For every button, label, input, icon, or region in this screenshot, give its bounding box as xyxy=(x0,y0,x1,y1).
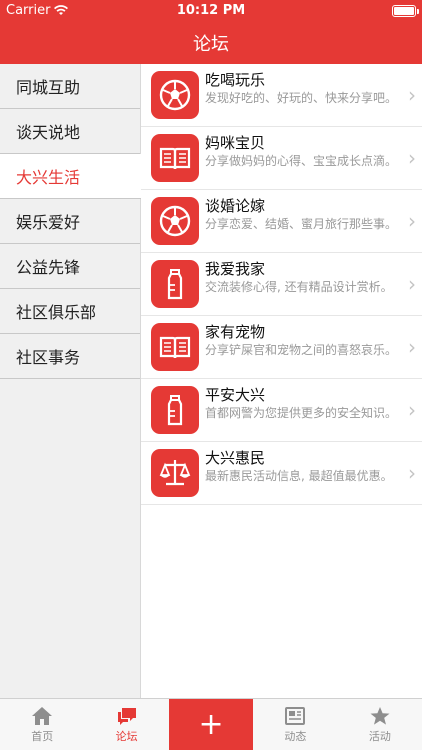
tab-activities[interactable]: 活动 xyxy=(338,699,422,750)
sidebar-item-mutual-help[interactable]: 同城互助 xyxy=(0,64,140,109)
chat-icon xyxy=(117,707,136,725)
chevron-right-icon: › xyxy=(408,461,416,485)
forum-description: 交流装修心得, 还有精品设计赏析。 xyxy=(205,280,393,294)
home-icon xyxy=(32,706,53,725)
forum-title: 吃喝玩乐 xyxy=(205,71,266,89)
sidebar: 同城互助 谈天说地 大兴生活 娱乐爱好 公益先锋 社区俱乐部 社区事务 xyxy=(0,64,141,698)
book-icon xyxy=(151,323,199,371)
tab-label: 首页 xyxy=(31,729,54,743)
list-item[interactable]: 平安大兴 首都网警为您提供更多的安全知识。 › xyxy=(141,379,422,442)
add-post-button[interactable]: + xyxy=(168,699,254,750)
football-icon xyxy=(151,71,199,119)
forum-description: 最新惠民活动信息, 最超值最优惠。 xyxy=(205,469,393,483)
forum-list: 吃喝玩乐 发现好吃的、好玩的、快来分享吧。 › 妈咪宝贝 分享做妈妈的心得、宝宝… xyxy=(141,64,422,698)
sidebar-item-label: 同城互助 xyxy=(16,78,81,97)
sidebar-item-chat[interactable]: 谈天说地 xyxy=(0,109,140,154)
news-icon xyxy=(285,706,306,725)
forum-description: 发现好吃的、好玩的、快来分享吧。 xyxy=(205,91,398,105)
forum-description: 分享做妈妈的心得、宝宝成长点滴。 xyxy=(205,154,398,168)
sidebar-item-label: 大兴生活 xyxy=(16,168,81,187)
tab-label: 活动 xyxy=(368,729,391,743)
bottle-icon xyxy=(151,260,199,308)
book-icon xyxy=(151,134,199,182)
list-item[interactable]: 家有宠物 分享铲屎官和宠物之间的喜怒哀乐。 › xyxy=(141,316,422,379)
plus-icon: + xyxy=(198,707,224,742)
tab-bar: 首页 论坛 + 动态 活动 xyxy=(0,698,422,750)
tab-label: 动态 xyxy=(284,729,307,743)
sidebar-item-label: 公益先锋 xyxy=(16,258,81,277)
forum-title: 家有宠物 xyxy=(205,323,266,341)
sidebar-item-label: 社区事务 xyxy=(16,348,81,367)
forum-title: 大兴惠民 xyxy=(205,449,266,467)
status-bar: Carrier 10:12 PM xyxy=(0,0,422,22)
list-item[interactable]: 吃喝玩乐 发现好吃的、好玩的、快来分享吧。 › xyxy=(141,64,422,127)
forum-title: 谈婚论嫁 xyxy=(205,197,266,215)
list-item[interactable]: 我爱我家 交流装修心得, 还有精品设计赏析。 › xyxy=(141,253,422,316)
football-icon xyxy=(151,197,199,245)
forum-title: 我爱我家 xyxy=(205,260,266,278)
list-item[interactable]: 谈婚论嫁 分享恋爱、结婚、蜜月旅行那些事。 › xyxy=(141,190,422,253)
battery-icon xyxy=(392,5,419,17)
list-item[interactable]: 大兴惠民 最新惠民活动信息, 最超值最优惠。 › xyxy=(141,442,422,505)
forum-description: 分享铲屎官和宠物之间的喜怒哀乐。 xyxy=(205,343,398,357)
tab-label: 论坛 xyxy=(115,729,138,743)
scale-icon xyxy=(151,449,199,497)
tab-forum[interactable]: 论坛 xyxy=(84,699,168,750)
sidebar-item-club[interactable]: 社区俱乐部 xyxy=(0,289,140,334)
chevron-right-icon: › xyxy=(408,272,416,296)
page-title: 论坛 xyxy=(193,34,229,55)
sidebar-item-daxing-life[interactable]: 大兴生活 xyxy=(0,154,141,199)
sidebar-item-community-affairs[interactable]: 社区事务 xyxy=(0,334,140,379)
tab-home[interactable]: 首页 xyxy=(0,699,84,750)
bottle-icon xyxy=(151,386,199,434)
forum-title: 平安大兴 xyxy=(205,386,266,404)
tab-feed[interactable]: 动态 xyxy=(253,699,337,750)
chevron-right-icon: › xyxy=(408,146,416,170)
sidebar-item-label: 娱乐爱好 xyxy=(16,213,81,232)
star-icon xyxy=(370,706,390,725)
list-item[interactable]: 妈咪宝贝 分享做妈妈的心得、宝宝成长点滴。 › xyxy=(141,127,422,190)
status-time: 10:12 PM xyxy=(176,3,246,18)
chevron-right-icon: › xyxy=(408,335,416,359)
sidebar-item-label: 社区俱乐部 xyxy=(16,303,97,322)
forum-title: 妈咪宝贝 xyxy=(205,134,266,152)
forum-description: 首都网警为您提供更多的安全知识。 xyxy=(205,406,398,420)
chevron-right-icon: › xyxy=(408,83,416,107)
nav-bar: 论坛 xyxy=(0,22,422,64)
sidebar-item-label: 谈天说地 xyxy=(16,123,81,142)
sidebar-item-charity[interactable]: 公益先锋 xyxy=(0,244,140,289)
chevron-right-icon: › xyxy=(408,398,416,422)
chevron-right-icon: › xyxy=(408,209,416,233)
forum-description: 分享恋爱、结婚、蜜月旅行那些事。 xyxy=(205,217,398,231)
sidebar-item-entertainment[interactable]: 娱乐爱好 xyxy=(0,199,140,244)
